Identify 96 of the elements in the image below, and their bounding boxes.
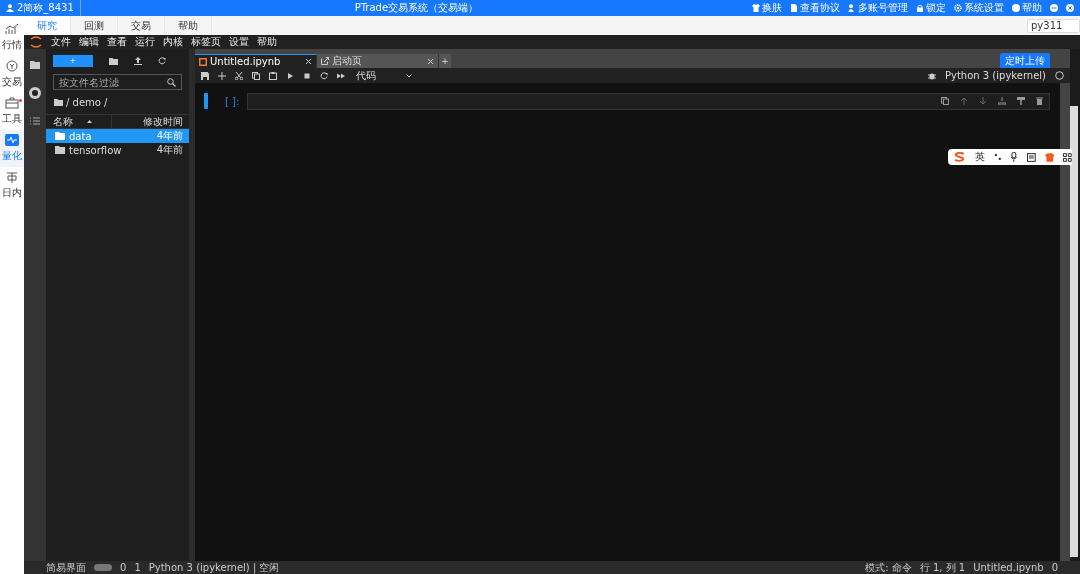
nav-item[interactable]: 量化	[0, 130, 24, 167]
refresh-icon[interactable]	[158, 57, 166, 65]
menu-item[interactable]: 内核	[163, 35, 183, 49]
stop-circle-icon[interactable]	[29, 87, 41, 99]
status-count: 0	[120, 561, 127, 574]
new-folder-icon[interactable]	[109, 57, 118, 65]
search-icon	[167, 78, 176, 87]
delete-icon[interactable]	[1036, 97, 1043, 105]
stop-icon[interactable]	[303, 71, 311, 80]
microphone-icon[interactable]	[1010, 152, 1018, 162]
pulse-icon	[5, 134, 19, 146]
user-icon	[848, 4, 856, 12]
menu-item[interactable]: 标签页	[191, 35, 221, 49]
menu-item[interactable]: 查看	[107, 35, 127, 49]
list-icon[interactable]	[30, 117, 40, 125]
code-cell-input[interactable]	[247, 92, 1050, 110]
bug-icon[interactable]	[927, 71, 936, 80]
shirt-icon	[752, 4, 760, 12]
cell-type-dropdown[interactable]: 代码	[356, 68, 412, 83]
close-icon[interactable]	[427, 57, 434, 65]
lock-icon	[916, 4, 924, 12]
s-logo-icon[interactable]	[954, 152, 966, 162]
kernel-name[interactable]: Python 3 (ipykernel)	[944, 70, 1046, 81]
toolbar-link[interactable]: 系统设置	[954, 1, 1004, 15]
kernel-idle-icon	[1055, 71, 1064, 80]
menu-item[interactable]: 帮助	[257, 35, 277, 49]
minimize-icon[interactable]	[1050, 4, 1058, 12]
mode-status[interactable]: 模式: 命令	[865, 561, 912, 574]
user-icon	[6, 4, 14, 12]
sort-up-icon	[87, 120, 92, 123]
menu-item[interactable]: 设置	[229, 35, 249, 49]
settings-icon	[954, 4, 962, 12]
shirt-icon[interactable]	[1044, 152, 1055, 162]
jupyter-logo-icon	[29, 36, 43, 48]
document-icon	[790, 4, 798, 12]
paint-roller-icon[interactable]	[1017, 97, 1025, 105]
restart-icon[interactable]	[320, 71, 328, 80]
move-down-icon[interactable]	[979, 97, 987, 105]
close-icon[interactable]	[305, 58, 312, 65]
add-tab-button[interactable]: +	[439, 54, 451, 68]
menu-item[interactable]: 文件	[51, 35, 71, 49]
filter-field[interactable]: 按文件名过滤	[53, 74, 182, 90]
toolbar-link[interactable]: 换肤	[752, 1, 782, 15]
folder-icon[interactable]	[30, 61, 40, 69]
nav-item[interactable]: 行情	[0, 19, 24, 56]
status-count: 0	[1051, 561, 1058, 574]
scissors-icon[interactable]	[235, 71, 243, 80]
notebook-icon	[199, 57, 207, 66]
toggle-switch[interactable]	[94, 564, 112, 571]
save-icon[interactable]	[201, 71, 209, 80]
document-tab[interactable]: Untitled.ipynb	[195, 54, 317, 68]
status-count: 1	[134, 561, 141, 574]
nav-item[interactable]: 日内	[0, 167, 24, 204]
toolbar-link[interactable]: 帮助	[1012, 1, 1042, 15]
coin-icon	[5, 60, 19, 72]
document-tab[interactable]: 启动页	[317, 54, 439, 68]
scrollbar[interactable]	[1070, 106, 1078, 557]
toolbox-icon	[5, 97, 19, 109]
active-cell-marker	[204, 93, 208, 109]
toolbar-link[interactable]: 锁定	[916, 1, 946, 15]
cursor-position[interactable]: 行 1, 列 1	[919, 561, 966, 574]
kernel-status[interactable]: Python 3 (ipykernel) | 空闲	[148, 561, 280, 574]
column-header[interactable]: 修改时间	[112, 114, 189, 129]
window-title: PTrade交易系统（交易端）	[353, 1, 480, 15]
copy-icon[interactable]	[941, 97, 949, 105]
upload-icon[interactable]	[134, 57, 142, 65]
upload-badge[interactable]: 定时上传	[1000, 53, 1050, 69]
external-link-icon	[321, 57, 329, 65]
toolbar-link[interactable]: 查看协议	[790, 1, 840, 15]
status-text: 简易界面	[46, 561, 86, 574]
keyboard-icon[interactable]	[1027, 152, 1036, 162]
run-icon[interactable]	[286, 71, 294, 80]
copy-icon[interactable]	[252, 71, 260, 80]
caret-icon	[406, 73, 412, 78]
menu-item[interactable]: 运行	[135, 35, 155, 49]
chart-icon	[5, 23, 19, 35]
tab[interactable]: 研究	[24, 16, 71, 35]
file-name: Untitled.ipynb	[973, 561, 1044, 574]
toolbar-link[interactable]: 多账号管理	[848, 1, 908, 15]
file-row[interactable]: tensorflow 4年前	[46, 143, 189, 157]
move-up-icon[interactable]	[960, 97, 968, 105]
environment-field[interactable]: py311	[1027, 18, 1080, 33]
breadcrumb-path[interactable]: / demo /	[66, 97, 108, 108]
punctuation-icon[interactable]	[993, 153, 1002, 161]
folder-icon	[54, 99, 63, 106]
insert-above-icon[interactable]	[998, 97, 1006, 105]
nav-item[interactable]: 交易	[0, 56, 24, 93]
plus-icon[interactable]	[218, 71, 226, 80]
input-mode[interactable]: 英	[974, 150, 985, 164]
fast-forward-icon[interactable]	[337, 71, 345, 80]
column-header[interactable]: 名称	[46, 114, 112, 129]
nav-item[interactable]: 工具	[0, 93, 24, 130]
menu-item[interactable]: 编辑	[79, 35, 99, 49]
grid-icon[interactable]	[1063, 152, 1072, 162]
cell-prompt: [ ]:	[225, 95, 241, 107]
paste-icon[interactable]	[269, 71, 277, 80]
